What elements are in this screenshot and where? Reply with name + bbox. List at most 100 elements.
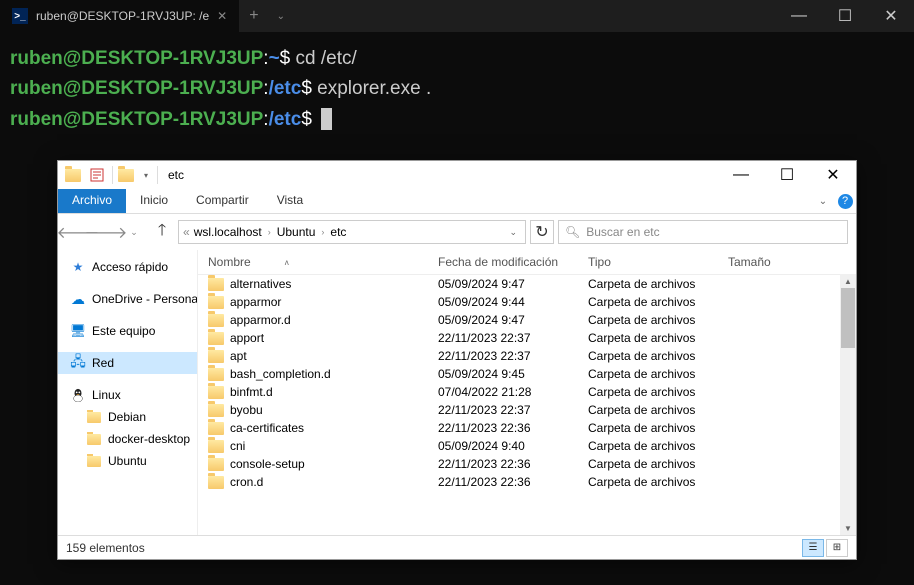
crumb-folder[interactable]: etc xyxy=(326,225,350,239)
file-row[interactable]: cni05/09/2024 9:40Carpeta de archivos xyxy=(198,437,856,455)
file-row[interactable]: binfmt.d07/04/2022 21:28Carpeta de archi… xyxy=(198,383,856,401)
column-size[interactable]: Tamaño xyxy=(728,255,798,269)
file-row[interactable]: apparmor.d05/09/2024 9:47Carpeta de arch… xyxy=(198,311,856,329)
nav-linux-child[interactable]: Ubuntu xyxy=(58,450,197,472)
refresh-button[interactable]: ↻ xyxy=(530,220,554,244)
crumb-host[interactable]: wsl.localhost xyxy=(190,225,266,239)
view-icons-button[interactable]: ⊞ xyxy=(826,539,848,557)
view-details-button[interactable]: ☰ xyxy=(802,539,824,557)
crumb-distro[interactable]: Ubuntu xyxy=(273,225,320,239)
nav-network[interactable]: 🖧Red xyxy=(58,352,197,374)
pc-icon: 🖥 xyxy=(70,323,86,339)
ribbon-tab-share[interactable]: Compartir xyxy=(182,189,263,213)
terminal-line: ruben@DESKTOP-1RVJ3UP:/etc$ explorer.exe… xyxy=(10,74,904,104)
folder-icon xyxy=(208,476,224,489)
forward-button[interactable]: 🡒 xyxy=(94,220,118,244)
search-placeholder: Buscar en etc xyxy=(586,225,659,239)
nav-linux[interactable]: Linux xyxy=(58,384,197,406)
column-name[interactable]: Nombreʌ xyxy=(208,255,438,269)
navigation-pane: ★Acceso rápido ☁OneDrive - Personal 🖥Est… xyxy=(58,250,198,535)
folder-icon xyxy=(208,314,224,327)
new-tab-button[interactable]: + xyxy=(239,7,268,25)
search-input[interactable]: 🔍︎ Buscar en etc xyxy=(558,220,848,244)
network-icon: 🖧 xyxy=(70,355,86,371)
ribbon-tab-home[interactable]: Inicio xyxy=(126,189,182,213)
folder-icon xyxy=(208,422,224,435)
qat-dropdown-icon[interactable]: ▾ xyxy=(139,164,153,186)
folder-icon xyxy=(208,458,224,471)
file-row[interactable]: apport22/11/2023 22:37Carpeta de archivo… xyxy=(198,329,856,347)
explorer-window: ▾ etc — ☐ ✕ Archivo Inicio Compartir Vis… xyxy=(57,160,857,560)
file-row[interactable]: apparmor05/09/2024 9:44Carpeta de archiv… xyxy=(198,293,856,311)
nav-quick-access[interactable]: ★Acceso rápido xyxy=(58,256,197,278)
vertical-scrollbar[interactable]: ▲ ▼ xyxy=(840,274,856,535)
folder-icon xyxy=(208,404,224,417)
nav-linux-child[interactable]: Debian xyxy=(58,406,197,428)
explorer-maximize-button[interactable]: ☐ xyxy=(764,161,810,189)
file-row[interactable]: alternatives05/09/2024 9:47Carpeta de ar… xyxy=(198,275,856,293)
file-row[interactable]: byobu22/11/2023 22:37Carpeta de archivos xyxy=(198,401,856,419)
file-list: Nombreʌ Fecha de modificación Tipo Tamañ… xyxy=(198,250,856,535)
folder-icon xyxy=(208,278,224,291)
help-button[interactable]: ? xyxy=(834,189,856,213)
folder-icon xyxy=(208,440,224,453)
status-text: 159 elementos xyxy=(66,541,145,555)
tux-icon xyxy=(70,387,86,403)
qat-location-icon[interactable] xyxy=(115,164,137,186)
scroll-thumb[interactable] xyxy=(841,288,855,348)
explorer-titlebar[interactable]: ▾ etc — ☐ ✕ xyxy=(58,161,856,189)
status-bar: 159 elementos ☰ ⊞ xyxy=(58,535,856,559)
nav-linux-child[interactable]: docker-desktop xyxy=(58,428,197,450)
search-icon: 🔍︎ xyxy=(565,225,580,239)
qat-properties-icon[interactable] xyxy=(86,164,108,186)
folder-icon xyxy=(86,453,102,469)
column-date[interactable]: Fecha de modificación xyxy=(438,255,588,269)
up-button[interactable]: 🡑 xyxy=(150,220,174,244)
minimize-button[interactable]: — xyxy=(776,0,822,32)
navigation-row: 🡐 🡒 ⌄ 🡑 « wsl.localhost › Ubuntu › etc ⌄… xyxy=(58,214,856,250)
address-bar[interactable]: « wsl.localhost › Ubuntu › etc ⌄ xyxy=(178,220,526,244)
scroll-up-icon[interactable]: ▲ xyxy=(840,274,856,288)
file-row[interactable]: ca-certificates22/11/2023 22:36Carpeta d… xyxy=(198,419,856,437)
scroll-down-icon[interactable]: ▼ xyxy=(840,521,856,535)
terminal-body[interactable]: ruben@DESKTOP-1RVJ3UP:~$ cd /etc/ruben@D… xyxy=(0,32,914,147)
close-tab-icon[interactable]: ✕ xyxy=(217,9,227,23)
folder-icon xyxy=(86,409,102,425)
star-icon: ★ xyxy=(70,259,86,275)
chevron-right-icon[interactable]: › xyxy=(319,227,326,237)
folder-icon xyxy=(86,431,102,447)
ribbon-tab-view[interactable]: Vista xyxy=(263,189,317,213)
explorer-minimize-button[interactable]: — xyxy=(718,161,764,189)
folder-icon xyxy=(208,350,224,363)
recent-dropdown-icon[interactable]: ⌄ xyxy=(122,220,146,244)
help-icon: ? xyxy=(838,194,853,209)
tab-dropdown-button[interactable]: ⌄ xyxy=(269,11,293,22)
file-row[interactable]: apt22/11/2023 22:37Carpeta de archivos xyxy=(198,347,856,365)
terminal-titlebar: >_ ruben@DESKTOP-1RVJ3UP: /e ✕ + ⌄ — ☐ ✕ xyxy=(0,0,914,32)
ribbon-collapse-icon[interactable]: ⌄ xyxy=(812,189,834,213)
file-row[interactable]: console-setup22/11/2023 22:36Carpeta de … xyxy=(198,455,856,473)
address-dropdown-icon[interactable]: ⌄ xyxy=(505,227,521,238)
folder-icon xyxy=(208,368,224,381)
terminal-line: ruben@DESKTOP-1RVJ3UP:~$ cd /etc/ xyxy=(10,44,904,74)
terminal-tab[interactable]: >_ ruben@DESKTOP-1RVJ3UP: /e ✕ xyxy=(0,0,239,32)
nav-this-pc[interactable]: 🖥Este equipo xyxy=(58,320,197,342)
chevron-right-icon[interactable]: › xyxy=(266,227,273,237)
powershell-icon: >_ xyxy=(12,8,28,24)
folder-icon xyxy=(208,296,224,309)
file-row[interactable]: cron.d22/11/2023 22:36Carpeta de archivo… xyxy=(198,473,856,491)
cloud-icon: ☁ xyxy=(70,291,86,307)
qat-folder-icon[interactable] xyxy=(62,164,84,186)
column-type[interactable]: Tipo xyxy=(588,255,728,269)
explorer-close-button[interactable]: ✕ xyxy=(810,161,856,189)
folder-icon xyxy=(208,332,224,345)
close-button[interactable]: ✕ xyxy=(868,0,914,32)
ribbon-tab-file[interactable]: Archivo xyxy=(58,189,126,213)
maximize-button[interactable]: ☐ xyxy=(822,0,868,32)
ribbon-tabs: Archivo Inicio Compartir Vista ⌄ ? xyxy=(58,189,856,214)
sort-asc-icon: ʌ xyxy=(285,258,289,267)
explorer-title: etc xyxy=(168,168,184,182)
nav-onedrive[interactable]: ☁OneDrive - Personal xyxy=(58,288,197,310)
terminal-line: ruben@DESKTOP-1RVJ3UP:/etc$ xyxy=(10,105,904,135)
file-row[interactable]: bash_completion.d05/09/2024 9:45Carpeta … xyxy=(198,365,856,383)
